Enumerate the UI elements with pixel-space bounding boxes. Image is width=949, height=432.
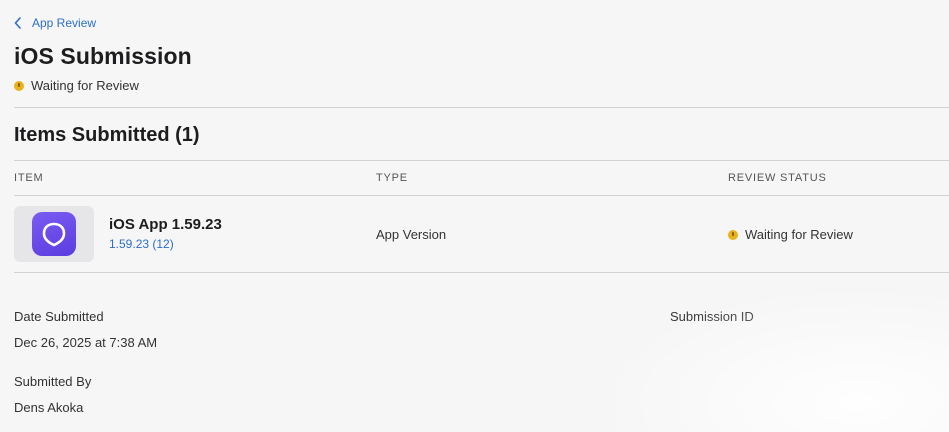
submitted-by-value: Dens Akoka bbox=[14, 400, 84, 415]
divider bbox=[14, 107, 949, 108]
waiting-status-icon bbox=[14, 80, 24, 91]
waiting-status-icon bbox=[728, 229, 738, 240]
breadcrumb-back-link[interactable]: App Review bbox=[14, 16, 96, 30]
items-section-title: Items Submitted (1) bbox=[14, 124, 200, 146]
submission-page: App Review iOS Submission Waiting for Re… bbox=[0, 0, 949, 432]
divider bbox=[14, 160, 949, 161]
screen-glare bbox=[589, 282, 949, 432]
column-header-review-status: REVIEW STATUS bbox=[728, 172, 827, 184]
submitted-by-label: Submitted By bbox=[14, 374, 92, 389]
column-header-type: TYPE bbox=[376, 172, 408, 184]
column-header-item: ITEM bbox=[14, 172, 44, 184]
breadcrumb-label[interactable]: App Review bbox=[32, 16, 96, 30]
divider bbox=[14, 195, 949, 196]
page-title: iOS Submission bbox=[14, 43, 192, 69]
submission-status: Waiting for Review bbox=[14, 78, 139, 93]
submission-status-text: Waiting for Review bbox=[31, 78, 139, 93]
submission-id-label: Submission ID bbox=[670, 309, 754, 324]
divider bbox=[14, 272, 949, 273]
item-review-status: Waiting for Review bbox=[728, 227, 853, 242]
app-thumbnail[interactable] bbox=[14, 206, 94, 262]
app-name-link[interactable]: iOS App 1.59.23 bbox=[109, 216, 222, 233]
date-submitted-label: Date Submitted bbox=[14, 309, 104, 324]
chevron-left-icon bbox=[14, 17, 21, 29]
item-review-status-text: Waiting for Review bbox=[745, 227, 853, 242]
app-version-link[interactable]: 1.59.23 (12) bbox=[109, 237, 174, 251]
date-submitted-value: Dec 26, 2025 at 7:38 AM bbox=[14, 335, 158, 350]
app-logo-icon bbox=[32, 212, 76, 256]
item-type: App Version bbox=[376, 227, 447, 242]
